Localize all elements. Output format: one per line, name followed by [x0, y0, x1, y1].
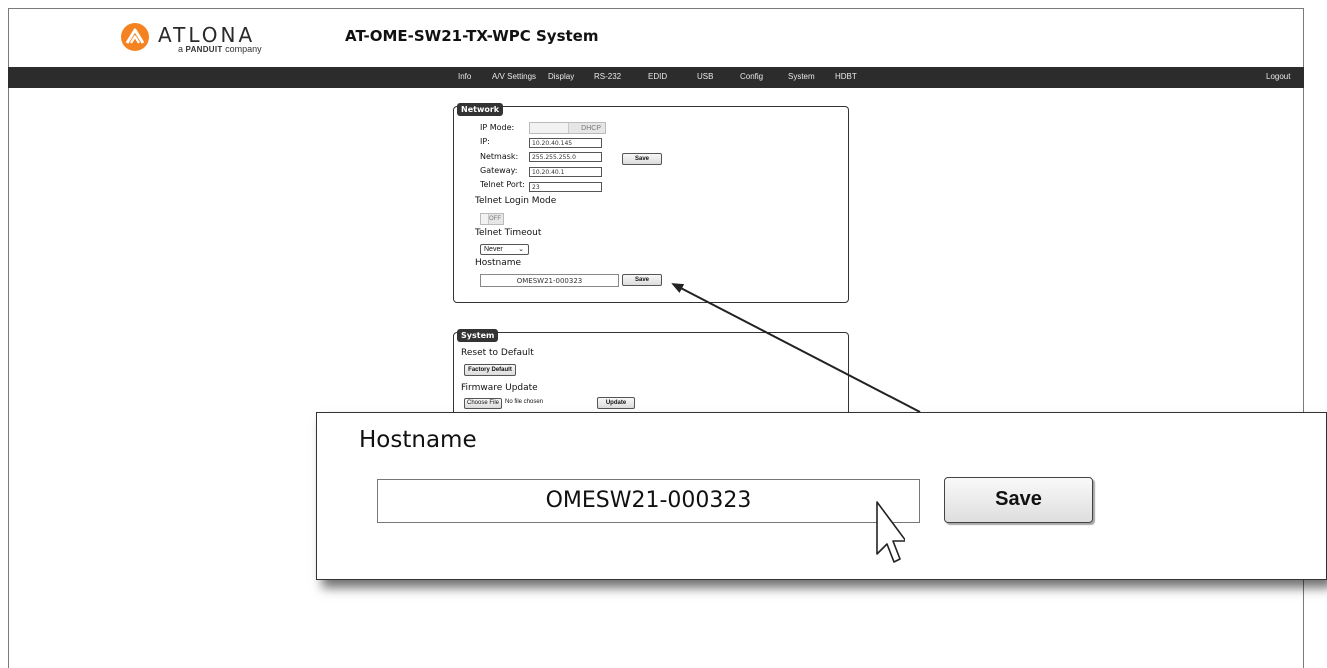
gateway-field[interactable]: 10.20.40.1 — [529, 167, 602, 177]
top-navbar: Info A/V Settings Display RS-232 EDID US… — [8, 67, 1304, 88]
firmware-update-label: Firmware Update — [461, 383, 538, 393]
ip-mode-toggle[interactable]: DHCP — [529, 122, 606, 134]
ip-label: IP: — [480, 137, 490, 146]
no-file-chosen-text: No file chosen — [505, 399, 544, 405]
chevron-down-icon: ⌄ — [518, 246, 524, 253]
nav-edid[interactable]: EDID — [648, 72, 667, 81]
nav-info[interactable]: Info — [458, 72, 471, 81]
page-title: AT-OME-SW21-TX-WPC System — [345, 27, 599, 45]
zoom-hostname-field[interactable]: OMESW21-000323 — [377, 479, 920, 523]
zoom-callout: Hostname OMESW21-000323 Save — [316, 412, 1327, 580]
ip-mode-value: DHCP — [581, 125, 601, 132]
telnet-login-mode-toggle[interactable]: OFF — [480, 213, 504, 225]
ip-field[interactable]: 10.20.40.145 — [529, 138, 602, 148]
update-button[interactable]: Update — [597, 397, 635, 409]
factory-default-button[interactable]: Factory Default — [464, 364, 516, 376]
zoom-hostname-label: Hostname — [359, 427, 477, 453]
telnet-timeout-value: Never — [484, 246, 503, 253]
hostname-field[interactable]: OMESW21-000323 — [480, 274, 619, 287]
telnet-port-field[interactable]: 23 — [529, 182, 602, 192]
logout-link[interactable]: Logout — [1266, 72, 1290, 81]
logo-tagline: a PANDUIT company — [178, 44, 262, 54]
system-panel-title: System — [457, 329, 499, 342]
nav-usb[interactable]: USB — [697, 72, 713, 81]
choose-file-button[interactable]: Choose File — [464, 398, 502, 409]
reset-to-default-label: Reset to Default — [461, 348, 534, 358]
nav-system[interactable]: System — [788, 72, 815, 81]
telnet-timeout-label: Telnet Timeout — [475, 228, 542, 238]
mouse-cursor-icon — [876, 501, 905, 563]
netmask-field[interactable]: 255.255.255.0 — [529, 152, 602, 162]
telnet-login-mode-value: OFF — [489, 216, 501, 222]
logo-mark-icon — [121, 23, 149, 51]
telnet-login-mode-label: Telnet Login Mode — [475, 196, 557, 206]
ip-mode-label: IP Mode: — [480, 123, 515, 132]
nav-display[interactable]: Display — [548, 72, 574, 81]
hostname-save-button[interactable]: Save — [622, 274, 662, 286]
nav-config[interactable]: Config — [740, 72, 763, 81]
nav-hdbt[interactable]: HDBT — [835, 72, 857, 81]
network-save-button[interactable]: Save — [622, 153, 662, 165]
hostname-label: Hostname — [475, 258, 522, 268]
netmask-label: Netmask: — [480, 152, 519, 161]
telnet-login-toggle-knob — [481, 214, 489, 224]
nav-rs232[interactable]: RS-232 — [594, 72, 621, 81]
gateway-label: Gateway: — [480, 166, 518, 175]
network-panel-title: Network — [457, 103, 504, 116]
telnet-port-label: Telnet Port: — [480, 180, 525, 189]
atlona-logo: ATLONA a PANDUIT company — [120, 22, 290, 56]
nav-av-settings[interactable]: A/V Settings — [492, 72, 536, 81]
network-panel: Network IP Mode: DHCP IP: 10.20.40.145 N… — [453, 103, 849, 303]
zoom-save-button[interactable]: Save — [944, 477, 1093, 523]
ip-mode-toggle-knob — [530, 123, 569, 133]
telnet-timeout-select[interactable]: Never ⌄ — [480, 244, 529, 255]
